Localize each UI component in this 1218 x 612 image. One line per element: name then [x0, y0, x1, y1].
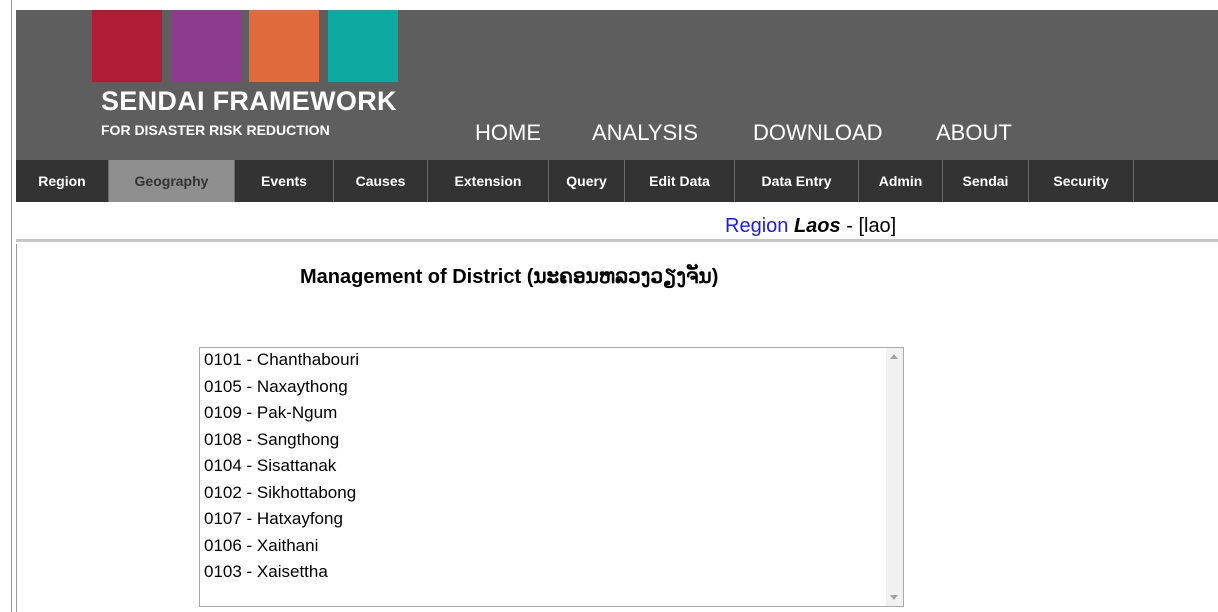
tab-admin[interactable]: Admin	[859, 160, 943, 202]
list-item[interactable]: 0106 - Xaithani	[204, 536, 318, 556]
logo-subtitle: FOR DISASTER RISK REDUCTION	[101, 122, 330, 138]
region-label: Region	[725, 215, 789, 237]
nav-download[interactable]: DOWNLOAD	[753, 120, 883, 146]
tab-geography[interactable]: Geography	[109, 160, 235, 202]
nav-analysis[interactable]: ANALYSIS	[592, 120, 698, 146]
region-bar: Region Laos - [lao]	[16, 202, 1218, 242]
logo-title: SENDAI FRAMEWORK	[101, 86, 397, 116]
site-header: SENDAI FRAMEWORK FOR DISASTER RISK REDUC…	[16, 10, 1218, 160]
nav-about[interactable]: ABOUT	[936, 120, 1012, 146]
list-item[interactable]: 0107 - Hatxayfong	[204, 509, 343, 529]
list-item[interactable]: 0109 - Pak-Ngum	[204, 403, 337, 423]
tab-causes[interactable]: Causes	[334, 160, 428, 202]
region-name: Laos	[793, 215, 841, 237]
list-item[interactable]: 0108 - Sangthong	[204, 430, 339, 450]
region-code: [lao]	[858, 215, 897, 237]
sub-navigation: Region Geography Events Causes Extension…	[16, 160, 1218, 202]
nav-home[interactable]: HOME	[475, 120, 541, 146]
scroll-up-arrow-icon[interactable]	[890, 354, 898, 359]
page-title: Management of District (ນະຄອນຫລວງວຽງຈັນ)	[300, 266, 719, 288]
region-separator: -	[846, 215, 853, 237]
listbox-scrollbar[interactable]	[886, 348, 903, 606]
logo-square-purple	[171, 10, 241, 82]
logo-square-orange	[249, 10, 319, 82]
tab-security[interactable]: Security	[1029, 160, 1134, 202]
scroll-down-arrow-icon[interactable]	[890, 595, 898, 600]
logo-square-red	[92, 10, 162, 82]
logo-square-teal	[328, 10, 398, 82]
tab-region[interactable]: Region	[16, 160, 109, 202]
region-indicator: Region Laos - [lao]	[725, 215, 896, 238]
tab-query[interactable]: Query	[549, 160, 625, 202]
tab-extension[interactable]: Extension	[428, 160, 549, 202]
left-page-border	[0, 0, 12, 612]
list-item[interactable]: 0104 - Sisattanak	[204, 456, 336, 476]
district-listbox[interactable]: 0101 - Chanthabouri 0105 - Naxaythong 01…	[199, 347, 904, 607]
list-item[interactable]: 0101 - Chanthabouri	[204, 350, 359, 370]
tab-edit-data[interactable]: Edit Data	[625, 160, 735, 202]
tab-events[interactable]: Events	[235, 160, 334, 202]
list-item[interactable]: 0103 - Xaisettha	[204, 562, 328, 582]
list-item[interactable]: 0105 - Naxaythong	[204, 377, 348, 397]
tab-sendai[interactable]: Sendai	[943, 160, 1029, 202]
list-item[interactable]: 0102 - Sikhottabong	[204, 483, 356, 503]
tab-data-entry[interactable]: Data Entry	[735, 160, 859, 202]
